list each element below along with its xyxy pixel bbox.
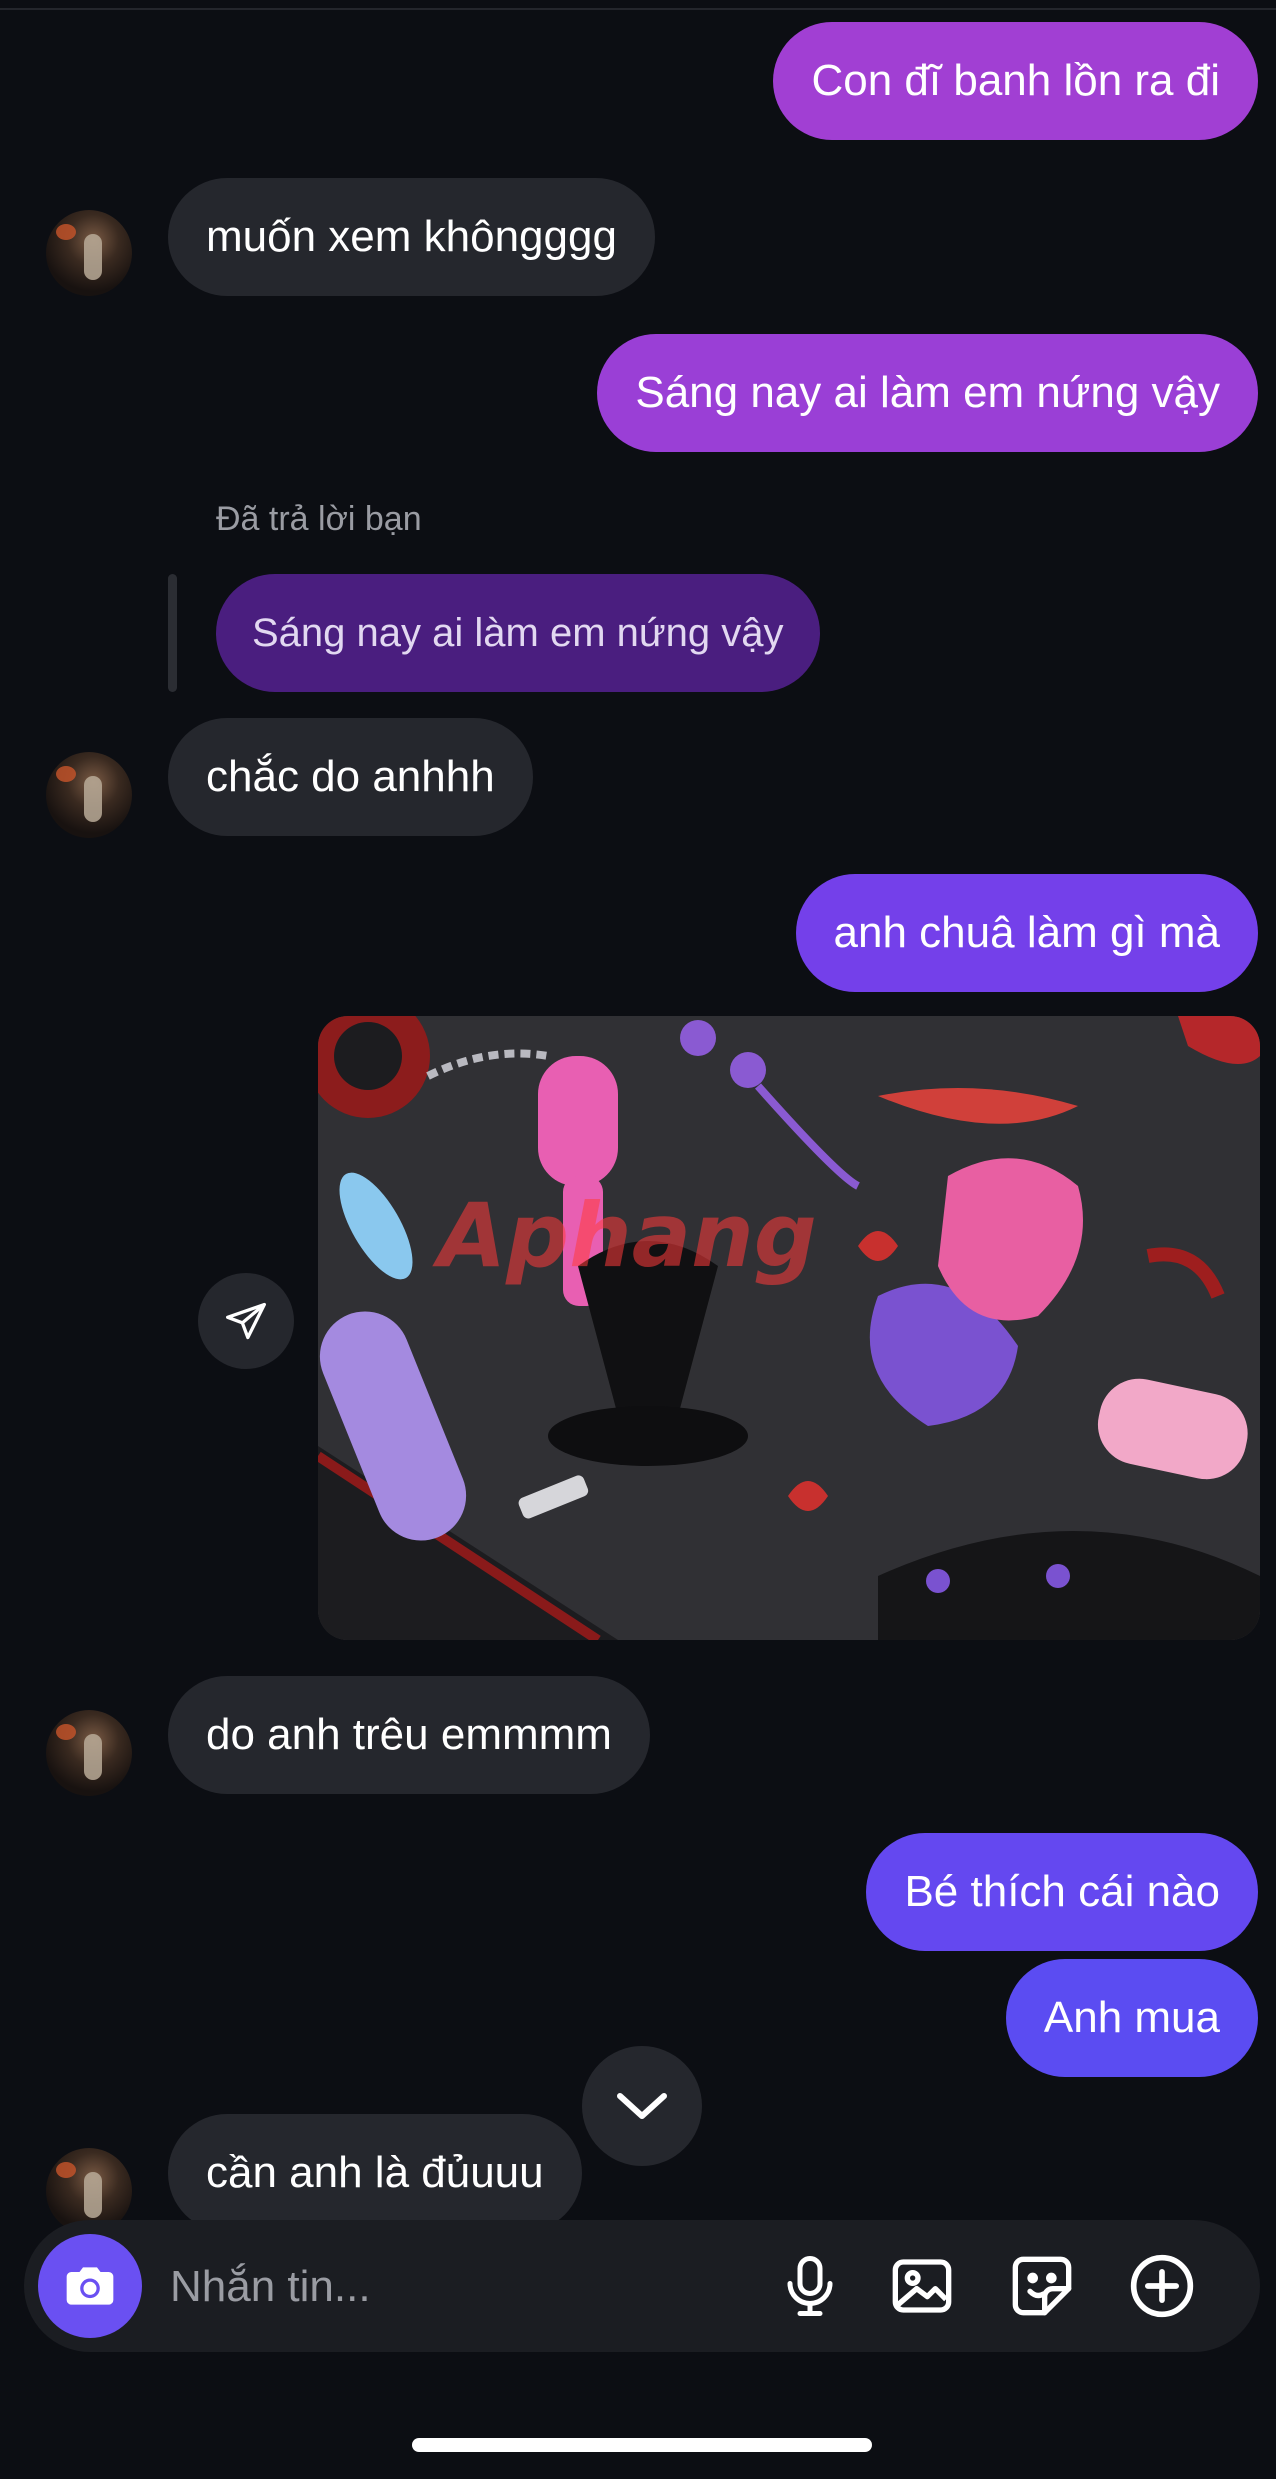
outgoing-message[interactable]: Con đĩ banh lồn ra đi bbox=[773, 22, 1258, 140]
home-indicator bbox=[412, 2438, 872, 2452]
camera-button[interactable] bbox=[38, 2234, 142, 2338]
outgoing-message[interactable]: anh chuâ làm gì mà bbox=[795, 874, 1258, 992]
product-photo: Aphang bbox=[318, 1016, 1260, 1640]
reply-indicator-bar bbox=[168, 574, 177, 692]
outgoing-message[interactable]: Anh mua bbox=[1005, 1959, 1258, 2077]
incoming-message[interactable]: do anh trêu emmmm bbox=[168, 1676, 650, 1794]
contact-avatar[interactable] bbox=[46, 1710, 132, 1796]
quoted-message[interactable]: Sáng nay ai làm em nứng vậy bbox=[216, 574, 820, 692]
incoming-message[interactable]: chắc do anhhh bbox=[168, 718, 533, 836]
sticker-icon bbox=[1012, 2256, 1072, 2316]
microphone-button[interactable] bbox=[772, 2248, 848, 2324]
top-divider bbox=[0, 8, 1276, 10]
share-photo-button[interactable] bbox=[198, 1273, 294, 1369]
svg-text:Aphang: Aphang bbox=[432, 1184, 817, 1287]
more-options-button[interactable] bbox=[1124, 2248, 1200, 2324]
outgoing-message[interactable]: Bé thích cái nào bbox=[866, 1833, 1258, 1951]
image-icon bbox=[892, 2259, 952, 2313]
sticker-button[interactable] bbox=[1004, 2248, 1080, 2324]
contact-avatar[interactable] bbox=[46, 210, 132, 296]
message-composer bbox=[24, 2220, 1260, 2352]
shared-photo[interactable]: Aphang bbox=[318, 1016, 1260, 1640]
gallery-button[interactable] bbox=[884, 2248, 960, 2324]
plus-circle-icon bbox=[1130, 2254, 1194, 2318]
incoming-message[interactable]: cần anh là đủuuu bbox=[168, 2114, 582, 2232]
chevron-down-icon bbox=[617, 2093, 667, 2119]
reply-label: Đã trả lời bạn bbox=[216, 500, 422, 538]
message-input[interactable] bbox=[168, 2250, 732, 2324]
microphone-icon bbox=[787, 2256, 833, 2316]
paper-plane-icon bbox=[226, 1302, 266, 1340]
contact-avatar[interactable] bbox=[46, 752, 132, 838]
incoming-message[interactable]: muốn xem khôngggg bbox=[168, 178, 655, 296]
outgoing-message[interactable]: Sáng nay ai làm em nứng vậy bbox=[597, 334, 1258, 452]
camera-icon bbox=[66, 2267, 114, 2305]
scroll-to-bottom-button[interactable] bbox=[582, 2046, 702, 2166]
